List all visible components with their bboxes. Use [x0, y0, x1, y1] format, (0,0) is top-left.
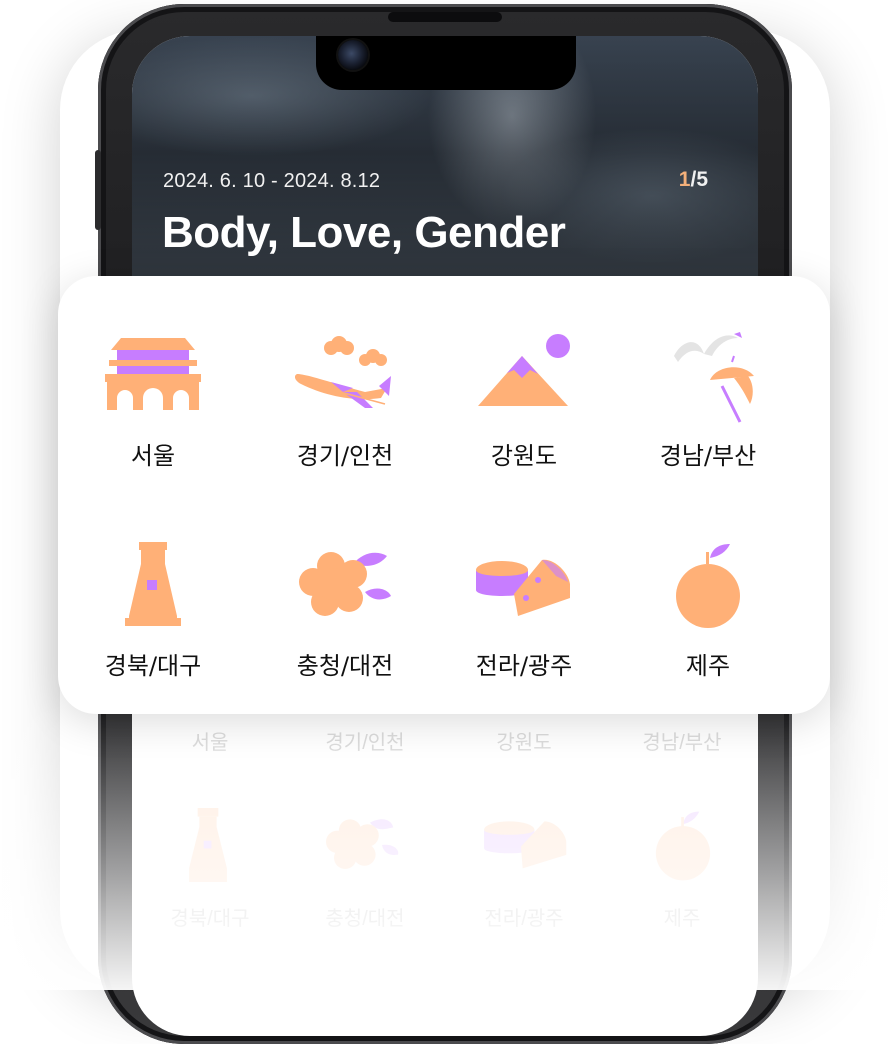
region-category-card: 서울 경기/인천 강원도 경남/부산 경북/대구 충청/대전 전라/광주 제주 [58, 276, 830, 714]
banner-counter: 1/5 [679, 168, 708, 192]
region-chungcheong-daejeon[interactable]: 충청/대전 [250, 496, 440, 686]
bottle-icon [125, 542, 181, 626]
region-label-gyeonggi-incheon: 경기/인천 [296, 442, 394, 470]
region-label-gyeongbuk-daegu: 경북/대구 [104, 652, 202, 680]
region-jeolla-gwangju[interactable]: 전라/광주 [429, 496, 619, 686]
region-label-jeolla-gwangju: 전라/광주 [475, 652, 573, 680]
region-label-gyeongnam-busan: 경남/부산 [659, 442, 757, 470]
mountain-sun-icon [478, 334, 570, 406]
exhibition-title: Body, Love, Gender [162, 208, 566, 257]
exhibition-date: 2024. 6. 10 - 2024. 8.12 [163, 170, 381, 192]
region-label-gangwon: 강원도 [490, 442, 558, 470]
region-label-seoul: 서울 [130, 442, 176, 470]
palace-gate-icon [105, 338, 201, 410]
region-gyeongbuk-daegu[interactable]: 경북/대구 [58, 496, 248, 686]
tangerine-icon [676, 544, 740, 628]
phone-speaker [388, 12, 502, 22]
camera-icon [338, 40, 368, 70]
banner-counter-current: 1 [678, 168, 691, 191]
bottom-fade [0, 700, 888, 990]
cheese-icon [476, 559, 570, 616]
phone-side-button [95, 150, 101, 230]
region-gangwon[interactable]: 강원도 [429, 286, 619, 476]
region-jeju[interactable]: 제주 [613, 496, 803, 686]
flower-icon [299, 552, 391, 616]
airplane-clouds-icon [295, 336, 391, 408]
banner-counter-total: /5 [690, 168, 708, 191]
seagull-parasol-icon [674, 332, 754, 423]
region-gyeonggi-incheon[interactable]: 경기/인천 [250, 286, 440, 476]
region-label-chungcheong-daejeon: 충청/대전 [296, 652, 394, 680]
region-gyeongnam-busan[interactable]: 경남/부산 [613, 286, 803, 476]
region-label-jeju: 제주 [685, 652, 731, 680]
region-seoul[interactable]: 서울 [58, 286, 248, 476]
